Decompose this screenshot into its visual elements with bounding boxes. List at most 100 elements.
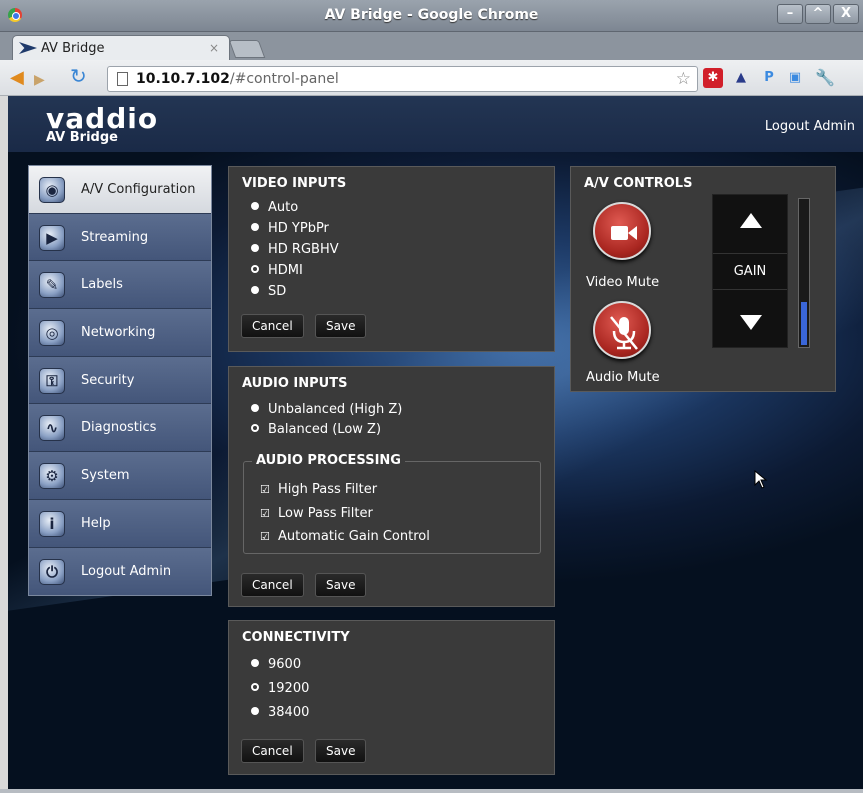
sidebar-item-label: System — [81, 468, 130, 484]
video-input-hdmi[interactable]: HDMI — [251, 263, 303, 278]
sidebar-item-label: A/V Configuration — [81, 182, 196, 197]
diagnostics-icon: ∿ — [39, 415, 65, 442]
title-bar: AV Bridge - Google Chrome – ^ X — [0, 0, 863, 32]
address-bar[interactable]: 10.10.7.102/#control-panel ☆ — [107, 66, 698, 92]
save-button[interactable]: Save — [315, 739, 367, 763]
panel-title: AUDIO INPUTS — [242, 376, 348, 391]
radio-button[interactable] — [251, 223, 259, 231]
radio-button[interactable] — [251, 202, 259, 210]
baud-19200[interactable]: 19200 — [251, 681, 309, 696]
reload-icon[interactable]: ↻ — [70, 66, 87, 86]
gain-up-button[interactable] — [740, 213, 762, 228]
video-inputs-panel: VIDEO INPUTS Auto HD YPbPr HD RGBHV HDMI… — [228, 166, 555, 352]
pinterest-icon[interactable]: P — [759, 68, 779, 88]
forward-icon[interactable]: ▶ — [34, 71, 45, 89]
product-name: AV Bridge — [46, 130, 118, 145]
baud-38400[interactable]: 38400 — [251, 705, 309, 720]
audio-mute-label: Audio Mute — [586, 370, 660, 385]
maximize-button[interactable]: ^ — [805, 4, 831, 24]
camera-icon: ◉ — [39, 177, 65, 203]
audio-mute-button[interactable] — [593, 301, 651, 359]
page-content: vaddio AV Bridge Logout Admin ◉ A/V Conf… — [8, 96, 863, 793]
video-input-sd[interactable]: SD — [251, 284, 286, 299]
networking-icon: ◎ — [39, 320, 65, 347]
sidebar-item-logout-admin[interactable]: ⏻ Logout Admin — [29, 547, 211, 596]
sidebar-item-system[interactable]: ⚙ System — [29, 452, 211, 500]
back-icon[interactable]: ◀ — [10, 69, 24, 87]
close-window-button[interactable]: X — [833, 4, 859, 24]
sidebar-item-help[interactable]: i Help — [29, 499, 211, 548]
baud-9600[interactable]: 9600 — [251, 657, 301, 672]
video-mute-button[interactable] — [593, 202, 651, 260]
radio-button[interactable] — [251, 659, 259, 667]
sidebar-item-label: Diagnostics — [81, 420, 157, 436]
gain-down-button[interactable] — [740, 315, 762, 330]
save-button[interactable]: Save — [315, 314, 367, 338]
minimize-button[interactable]: – — [777, 4, 803, 24]
sidebar-item-networking[interactable]: ◎ Networking — [29, 309, 211, 357]
video-input-hd-rgbhv[interactable]: HD RGBHV — [251, 242, 339, 257]
window-bottom-border — [0, 789, 863, 793]
sidebar-item-label: Help — [81, 515, 111, 531]
sidebar-item-label: Security — [81, 372, 135, 388]
system-icon: ⚙ — [39, 463, 65, 490]
logout-link[interactable]: Logout Admin — [765, 119, 855, 134]
audio-inputs-panel: AUDIO INPUTS Unbalanced (High Z) Balance… — [228, 366, 555, 607]
panel-title: VIDEO INPUTS — [242, 176, 347, 191]
panel-title: CONNECTIVITY — [242, 630, 350, 645]
sidebar-item-labels[interactable]: ✎ Labels — [29, 261, 211, 310]
radio-button[interactable] — [251, 707, 259, 715]
sidebar-item-diagnostics[interactable]: ∿ Diagnostics — [29, 404, 211, 453]
microphone-muted-icon — [610, 316, 638, 350]
checkbox-checked-icon[interactable]: ☑ — [260, 484, 270, 495]
divider — [713, 253, 787, 254]
sidebar-item-streaming[interactable]: ▶ Streaming — [29, 213, 211, 262]
radio-button[interactable] — [251, 404, 259, 412]
tab-strip: AV Bridge × — [0, 32, 863, 61]
labels-icon: ✎ — [39, 272, 65, 299]
video-input-auto[interactable]: Auto — [251, 200, 298, 215]
checkbox-checked-icon[interactable]: ☑ — [260, 508, 270, 519]
page-header: vaddio AV Bridge Logout Admin — [8, 96, 863, 152]
low-pass-filter-checkbox[interactable]: ☑ Low Pass Filter — [260, 506, 373, 521]
checkbox-checked-icon[interactable]: ☑ — [260, 531, 270, 542]
divider — [713, 289, 787, 290]
cancel-button[interactable]: Cancel — [241, 573, 304, 597]
browser-toolbar: ◀ ▶ ↻ 10.10.7.102/#control-panel ☆ ✱ ▲ P… — [0, 60, 863, 96]
audio-input-unbalanced[interactable]: Unbalanced (High Z) — [251, 402, 402, 417]
audio-input-balanced[interactable]: Balanced (Low Z) — [251, 422, 381, 437]
high-pass-filter-checkbox[interactable]: ☑ High Pass Filter — [260, 482, 377, 497]
bookmark-star-icon[interactable]: ☆ — [676, 69, 691, 89]
sidebar-item-label: Streaming — [81, 229, 149, 245]
radio-button-selected[interactable] — [251, 683, 259, 691]
wrench-menu-icon[interactable]: 🔧 — [815, 68, 835, 88]
sidebar-item-label: Labels — [81, 277, 123, 293]
cancel-button[interactable]: Cancel — [241, 314, 304, 338]
radio-button-selected[interactable] — [251, 265, 259, 273]
gain-label: GAIN — [733, 264, 767, 279]
radio-button-selected[interactable] — [251, 424, 259, 432]
audio-level-meter — [798, 198, 810, 348]
sidebar-item-security[interactable]: ⚿ Security — [29, 356, 211, 405]
radio-button[interactable] — [251, 286, 259, 294]
sidebar-item-label: Logout Admin — [81, 563, 172, 579]
tab-label: AV Bridge — [41, 41, 105, 56]
sidebar-item-label: Networking — [81, 325, 156, 341]
sidebar-item-av-configuration[interactable]: ◉ A/V Configuration — [29, 166, 211, 214]
automatic-gain-control-checkbox[interactable]: ☑ Automatic Gain Control — [260, 529, 430, 544]
save-button[interactable]: Save — [315, 573, 367, 597]
window-title: AV Bridge - Google Chrome — [324, 7, 539, 23]
streaming-icon: ▶ — [39, 224, 65, 251]
tab-av-bridge[interactable]: AV Bridge × — [12, 35, 230, 61]
red-cross-extension-icon[interactable]: ✱ — [703, 68, 723, 88]
cancel-button[interactable]: Cancel — [241, 739, 304, 763]
bookmark-app-icon[interactable]: ▲ — [731, 68, 751, 88]
audio-level-fill — [801, 302, 807, 345]
screen-capture-icon[interactable]: ▣ — [785, 68, 805, 88]
help-icon: i — [39, 510, 65, 537]
tab-close-icon[interactable]: × — [209, 41, 219, 55]
browser-window: AV Bridge - Google Chrome – ^ X AV Bridg… — [0, 0, 863, 793]
video-input-hd-ypbpr[interactable]: HD YPbPr — [251, 221, 329, 236]
new-tab-button[interactable] — [228, 40, 266, 58]
radio-button[interactable] — [251, 244, 259, 252]
